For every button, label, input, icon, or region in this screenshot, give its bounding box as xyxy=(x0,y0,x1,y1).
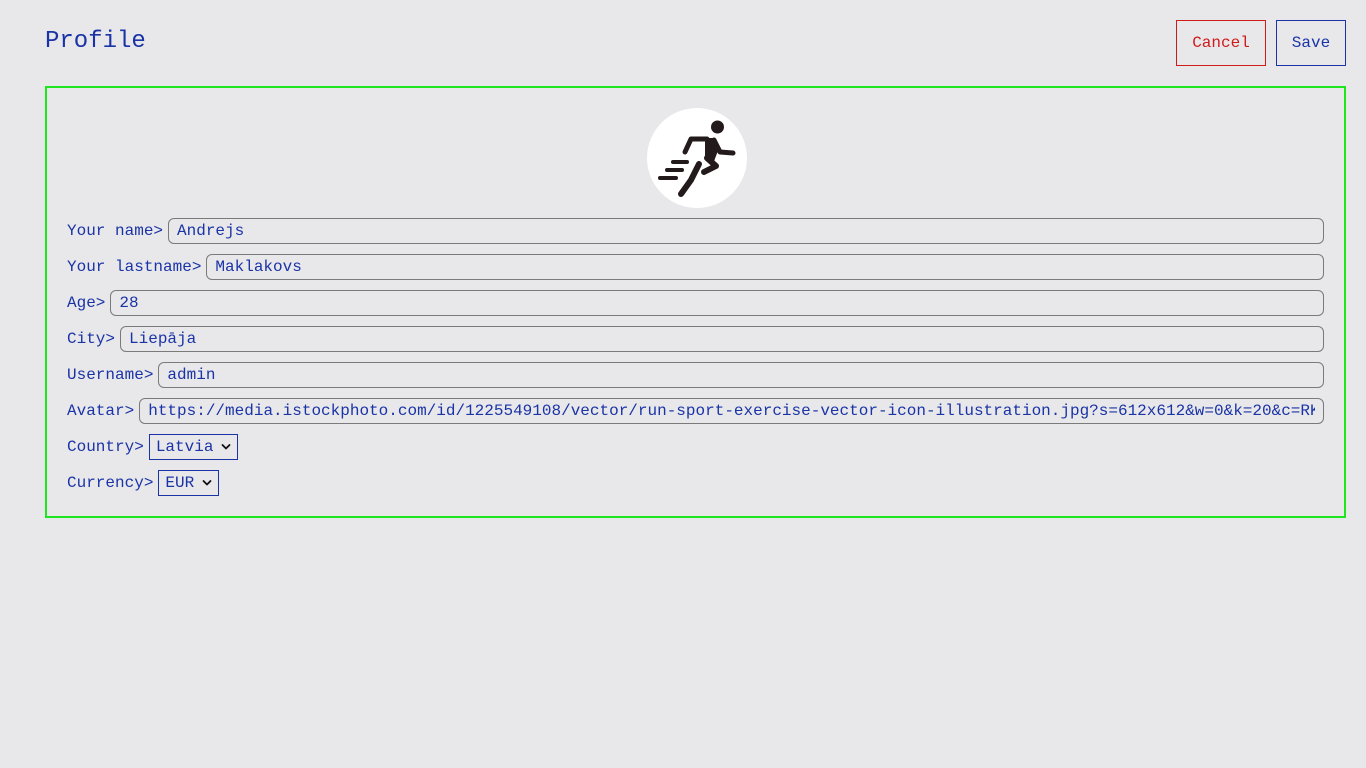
save-button[interactable]: Save xyxy=(1276,20,1346,66)
username-field[interactable] xyxy=(158,362,1324,388)
chevron-down-icon xyxy=(222,444,231,450)
name-field[interactable] xyxy=(168,218,1324,244)
currency-select[interactable]: EUR xyxy=(158,470,220,496)
currency-label: Currency> xyxy=(67,474,154,492)
currency-select-value: EUR xyxy=(165,474,195,492)
avatar-url-field[interactable] xyxy=(139,398,1324,424)
lastname-label: Your lastname> xyxy=(67,258,202,276)
username-row: Username> xyxy=(67,362,1324,388)
age-field[interactable] xyxy=(110,290,1324,316)
avatar xyxy=(647,108,747,208)
page-title: Profile xyxy=(45,28,146,55)
lastname-row: Your lastname> xyxy=(67,254,1324,280)
cancel-button[interactable]: Cancel xyxy=(1176,20,1266,66)
country-select-value: Latvia xyxy=(155,438,214,456)
avatar-url-label: Avatar> xyxy=(67,402,135,420)
profile-panel: Your name> Your lastname> Age> City> Use… xyxy=(45,86,1346,518)
age-row: Age> xyxy=(67,290,1324,316)
runner-icon xyxy=(658,120,736,197)
name-label: Your name> xyxy=(67,222,164,240)
age-label: Age> xyxy=(67,294,106,312)
country-label: Country> xyxy=(67,438,144,456)
city-field[interactable] xyxy=(120,326,1324,352)
country-select[interactable]: Latvia xyxy=(148,434,239,460)
country-row: Country> Latvia xyxy=(67,434,1324,460)
city-label: City> xyxy=(67,330,116,348)
avatar-url-row: Avatar> xyxy=(67,398,1324,424)
chevron-down-icon xyxy=(202,480,212,486)
username-label: Username> xyxy=(67,366,154,384)
lastname-field[interactable] xyxy=(206,254,1324,280)
currency-row: Currency> EUR xyxy=(67,470,1324,496)
name-row: Your name> xyxy=(67,218,1324,244)
city-row: City> xyxy=(67,326,1324,352)
